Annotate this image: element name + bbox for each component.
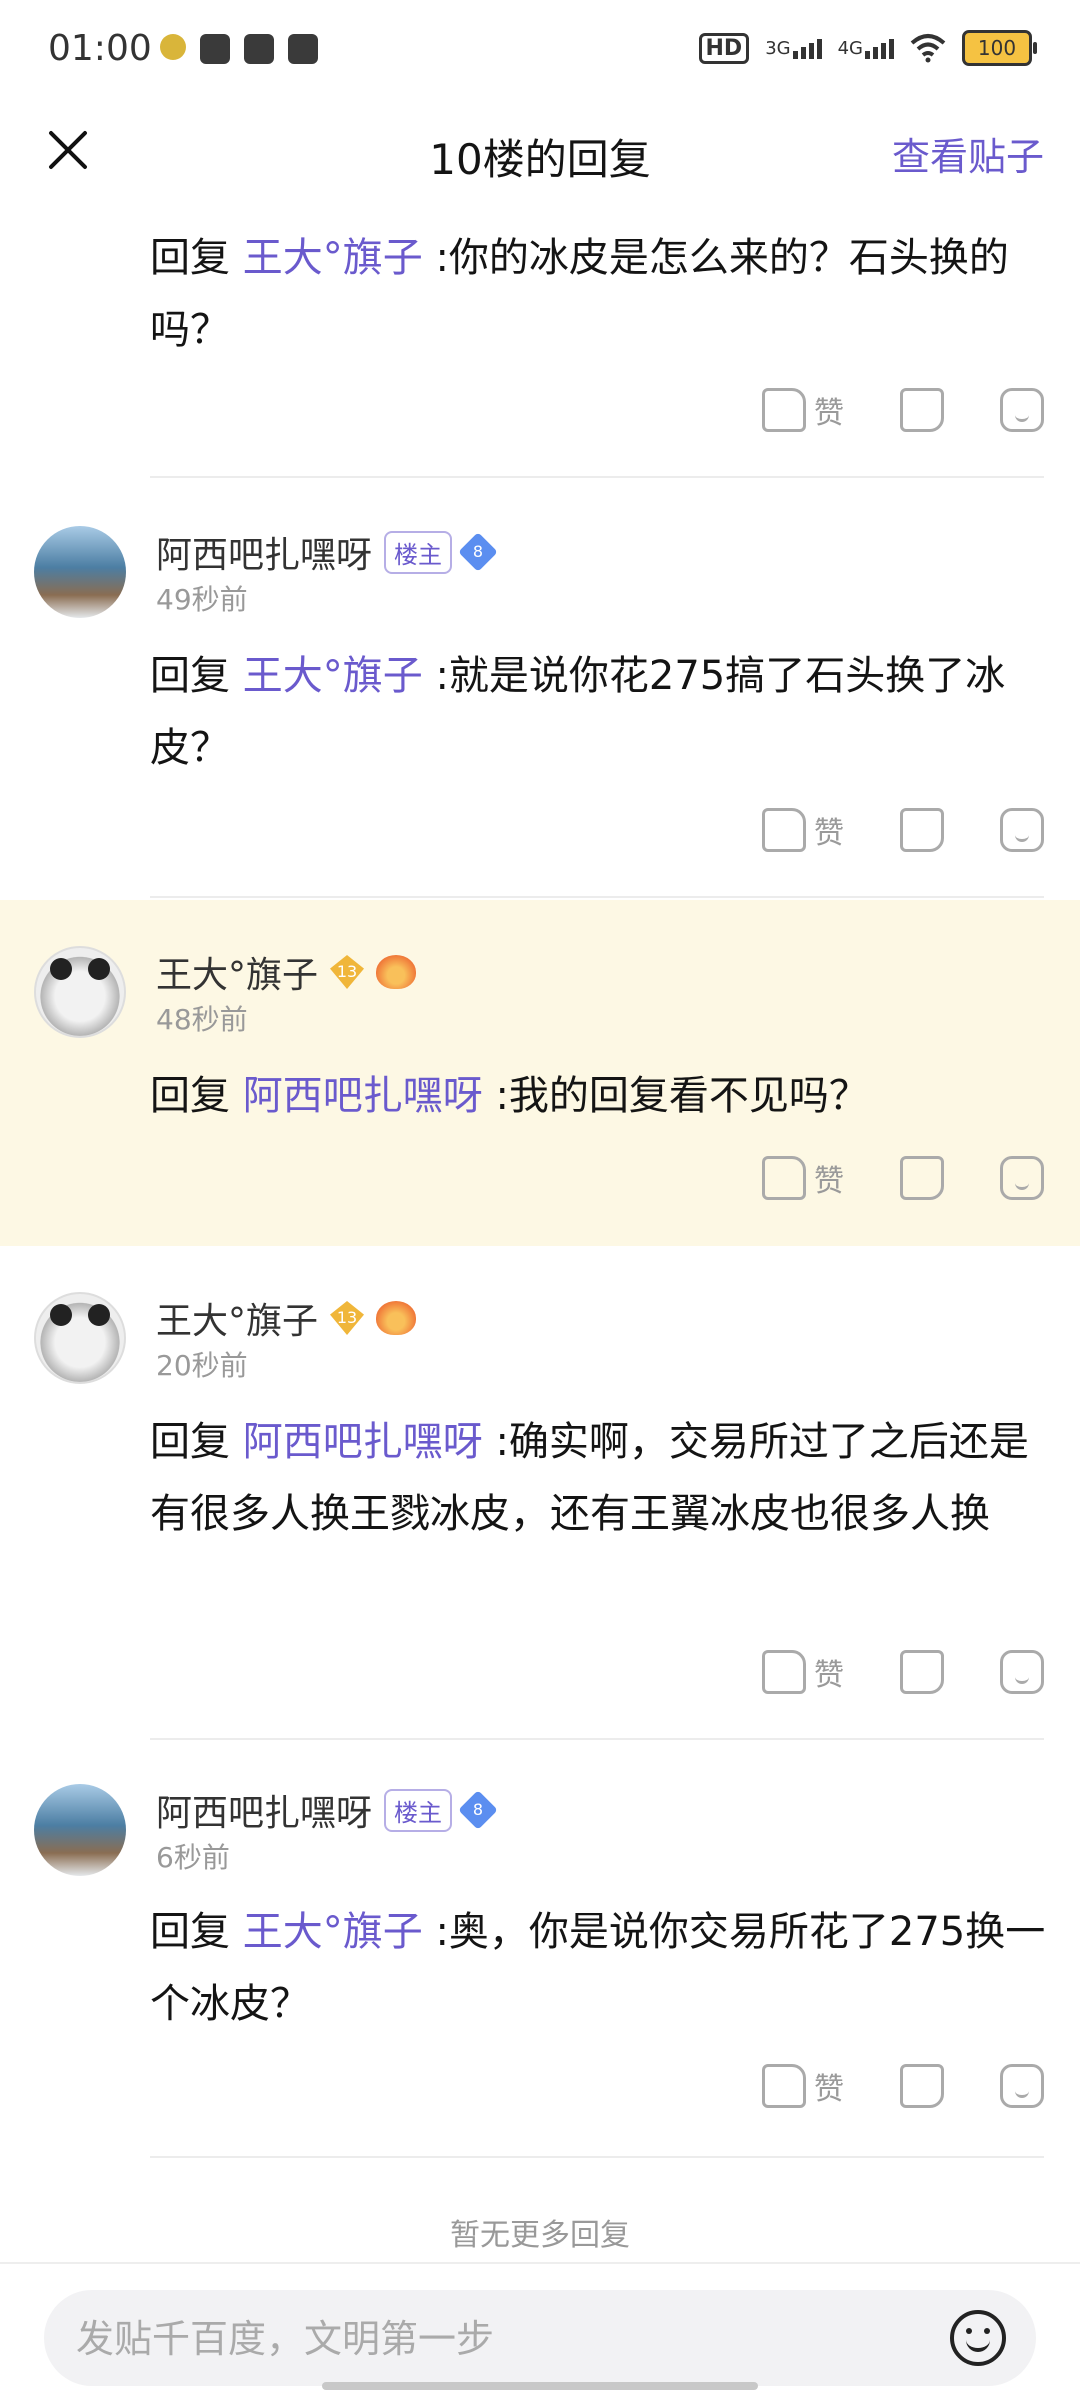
reply-to-user[interactable]: 王大°旗子 <box>243 235 423 281</box>
thumb-up-icon <box>762 808 806 852</box>
reply-button[interactable] <box>1000 1156 1044 1200</box>
reply-button[interactable] <box>1000 388 1044 432</box>
gem-level-icon: 8 <box>458 532 498 572</box>
reply-button[interactable] <box>1000 1650 1044 1694</box>
thumb-up-icon <box>762 1650 806 1694</box>
dislike-button[interactable] <box>900 1156 944 1200</box>
home-indicator[interactable] <box>322 2382 758 2390</box>
user-row: 阿西吧扎嘿呀 楼主 8 <box>156 1784 498 1836</box>
comment-item: 阿西吧扎嘿呀 楼主 8 49秒前 回复 王大°旗子 :就是说你花275搞了石头换… <box>0 478 1080 898</box>
gem-level-icon: 8 <box>458 1790 498 1830</box>
status-bar: 01:00 HD 3G 4G 100 <box>0 0 1080 100</box>
reply-to-user[interactable]: 阿西吧扎嘿呀 <box>243 1073 483 1119</box>
reply-to-user[interactable]: 阿西吧扎嘿呀 <box>243 1419 483 1465</box>
emoji-icon[interactable] <box>950 2310 1006 2366</box>
book-icon <box>288 34 318 64</box>
dislike-button[interactable] <box>900 388 944 432</box>
avatar[interactable] <box>34 1292 126 1384</box>
reply-to-user[interactable]: 王大°旗子 <box>243 1909 423 1955</box>
reply-button[interactable] <box>1000 808 1044 852</box>
comment-text: 回复 阿西吧扎嘿呀 :确实啊，交易所过了之后还是有很多人换王戮冰皮，还有王翼冰皮… <box>150 1419 1029 1537</box>
comment-item: 王大°旗子 13 20秒前 回复 阿西吧扎嘿呀 :确实啊，交易所过了之后还是有很… <box>0 1246 1080 1740</box>
signal-3g-icon: 3G <box>765 38 822 59</box>
view-post-button[interactable]: 查看贴子 <box>892 126 1044 181</box>
dislike-button[interactable] <box>900 1650 944 1694</box>
broadcast-icon <box>244 34 274 64</box>
comment-time: 6秒前 <box>156 1841 230 1874</box>
comment-text: 回复 王大°旗子 :奥，你是说你交易所花了275换一个冰皮？ <box>150 1909 1046 2027</box>
like-button[interactable]: 赞 <box>762 808 844 852</box>
avatar[interactable] <box>34 526 126 618</box>
like-button[interactable]: 赞 <box>762 1156 844 1200</box>
user-row: 阿西吧扎嘿呀 楼主 8 <box>156 526 498 578</box>
app-notification-icon <box>160 34 186 60</box>
user-row: 王大°旗子 13 <box>156 1292 417 1344</box>
divider <box>150 2156 1044 2158</box>
thumb-down-icon <box>900 2064 944 2108</box>
user-level-icon: 13 <box>330 1301 365 1335</box>
comment-actions: 赞 <box>762 2064 1044 2108</box>
comment-bubble-icon <box>1000 2064 1044 2108</box>
username[interactable]: 王大°旗子 <box>156 1292 318 1344</box>
comment-text: 回复 王大°旗子 :就是说你花275搞了石头换了冰皮？ <box>150 653 1006 771</box>
user-level-icon: 13 <box>330 955 365 989</box>
comment-text: 回复 阿西吧扎嘿呀 :我的回复看不见吗？ <box>150 1073 869 1119</box>
comment-actions: 赞 <box>762 1156 1044 1200</box>
fire-badge-icon <box>376 955 417 989</box>
reply-input[interactable] <box>74 2290 958 2388</box>
fire-badge-icon <box>376 1301 417 1335</box>
avatar[interactable] <box>34 946 126 1038</box>
divider <box>150 896 1044 898</box>
notification-icons <box>160 34 318 64</box>
thumb-down-icon <box>900 808 944 852</box>
dislike-button[interactable] <box>900 2064 944 2108</box>
comment-time: 49秒前 <box>156 583 248 616</box>
thumb-up-icon <box>762 1156 806 1200</box>
no-more-replies: 暂无更多回复 <box>450 2218 630 2253</box>
thumb-down-icon <box>900 1650 944 1694</box>
comment-time: 20秒前 <box>156 1349 248 1382</box>
username[interactable]: 阿西吧扎嘿呀 <box>156 1784 372 1836</box>
comment-actions: 赞 <box>762 808 1044 852</box>
comment-actions: 赞 <box>762 388 1044 432</box>
bottom-input-bar <box>0 2262 1080 2402</box>
comment-item: 回复 王大°旗子 :你的冰皮是怎么来的？石头换的吗？ 赞 <box>0 200 1080 478</box>
comment-bubble-icon <box>1000 388 1044 432</box>
signal-4g-icon: 4G <box>838 38 894 59</box>
like-button[interactable]: 赞 <box>762 2064 844 2108</box>
thumb-up-icon <box>762 2064 806 2108</box>
owner-badge: 楼主 <box>384 530 453 574</box>
comment-actions: 赞 <box>762 1650 1044 1694</box>
header: 10楼的回复 查看贴子 <box>0 100 1080 200</box>
thumb-down-icon <box>900 388 944 432</box>
comment-time: 48秒前 <box>156 1003 248 1036</box>
like-button[interactable]: 赞 <box>762 1650 844 1694</box>
username[interactable]: 王大°旗子 <box>156 946 318 998</box>
system-icons: HD 3G 4G 100 <box>698 30 1037 66</box>
wifi-icon <box>910 34 946 63</box>
thumb-up-icon <box>762 388 806 432</box>
comment-item: 阿西吧扎嘿呀 楼主 8 6秒前 回复 王大°旗子 :奥，你是说你交易所花了275… <box>0 1740 1080 2160</box>
hd-icon: HD <box>698 32 750 64</box>
username[interactable]: 阿西吧扎嘿呀 <box>156 526 372 578</box>
comment-text: 回复 王大°旗子 :你的冰皮是怎么来的？石头换的吗？ <box>150 235 1009 353</box>
comment-item-highlighted: 王大°旗子 13 48秒前 回复 阿西吧扎嘿呀 :我的回复看不见吗？ 赞 <box>0 900 1080 1246</box>
reply-input-container <box>44 2290 1036 2388</box>
reply-button[interactable] <box>1000 2064 1044 2108</box>
dislike-button[interactable] <box>900 808 944 852</box>
user-row: 王大°旗子 13 <box>156 946 417 998</box>
comment-bubble-icon <box>1000 808 1044 852</box>
thumb-down-icon <box>900 1156 944 1200</box>
status-time: 01:00 <box>48 28 152 69</box>
comment-bubble-icon <box>1000 1650 1044 1694</box>
avatar[interactable] <box>34 1784 126 1876</box>
owner-badge: 楼主 <box>384 1788 453 1832</box>
gallery-notification-icon <box>200 34 230 64</box>
battery-icon: 100 <box>962 30 1037 66</box>
like-button[interactable]: 赞 <box>762 388 844 432</box>
comment-bubble-icon <box>1000 1156 1044 1200</box>
reply-to-user[interactable]: 王大°旗子 <box>243 653 423 699</box>
